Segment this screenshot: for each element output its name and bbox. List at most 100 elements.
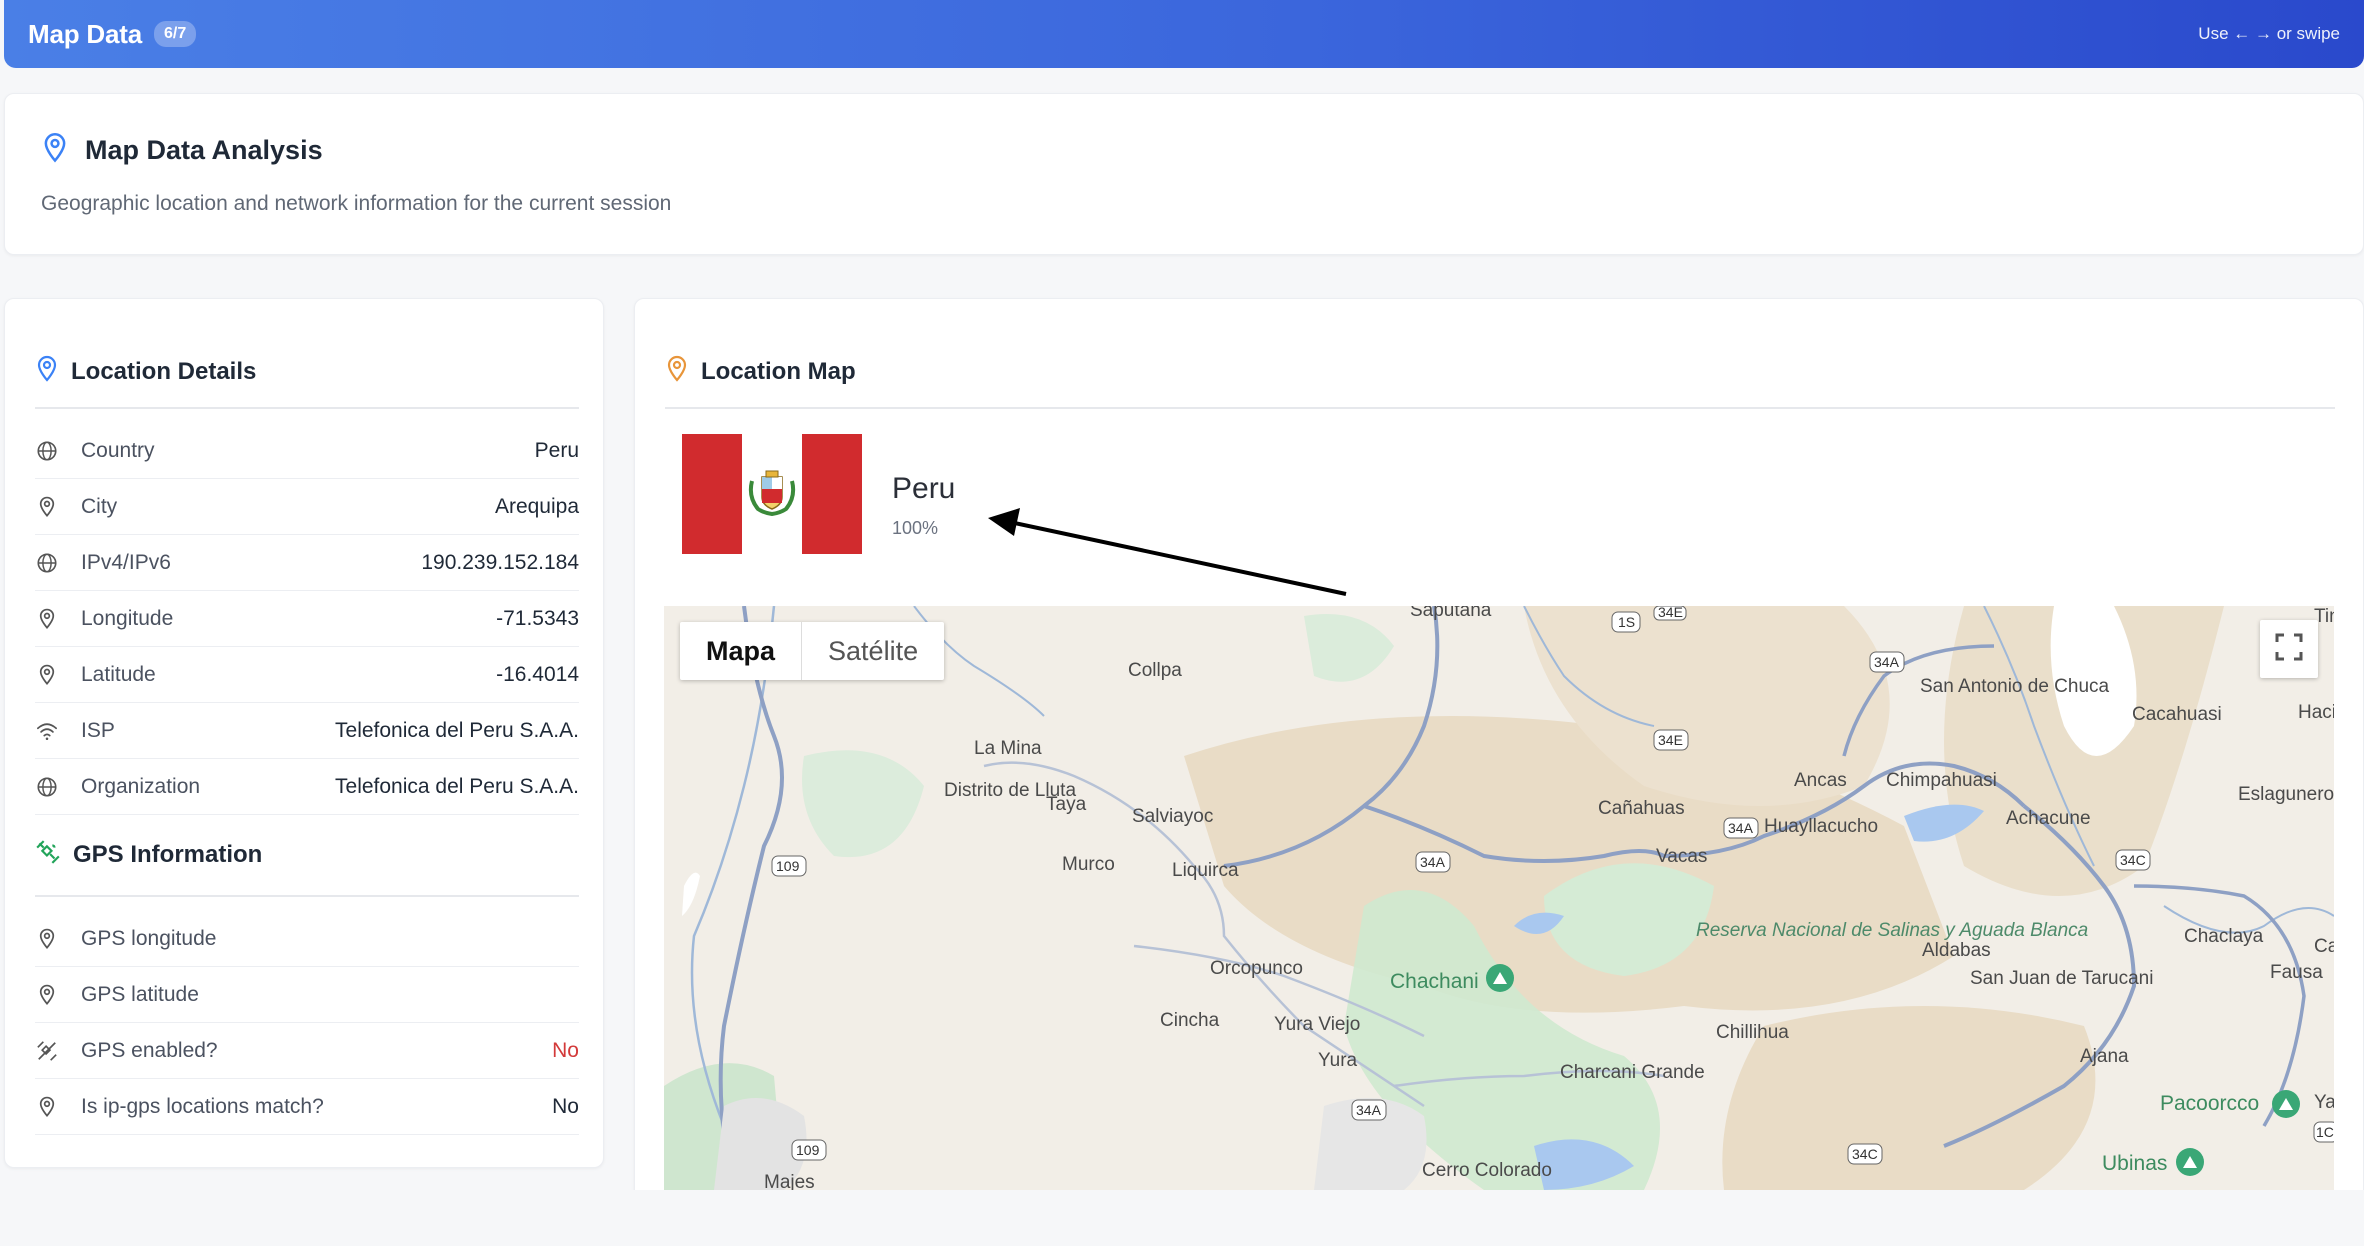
detail-value: Telefonica del Peru S.A.A. [335, 718, 579, 742]
map-pin-icon [35, 355, 59, 388]
pin-icon [35, 927, 59, 951]
map-label: Reserva Nacional de Salinas y Aguada Bla… [1696, 920, 2088, 941]
detail-label: IPv4/IPv6 [81, 550, 171, 574]
map-label: Pacoorcco [2160, 1092, 2259, 1115]
svg-text:34E: 34E [1658, 606, 1683, 620]
gps-enabled-value: No [552, 1038, 579, 1062]
peru-flag [682, 434, 862, 554]
pin-icon [35, 663, 59, 687]
location-details-heading: Location Details [35, 355, 256, 388]
gps-label: Is ip-gps locations match? [81, 1094, 324, 1118]
map-type-map-button[interactable]: Mapa [680, 622, 803, 680]
svg-text:34E: 34E [1658, 732, 1683, 748]
summary-card: Map Data Analysis Geographic location an… [4, 93, 2364, 255]
divider [35, 895, 579, 897]
globe-icon [35, 439, 59, 463]
page-counter-badge: 6/7 [153, 21, 197, 47]
gps-label: GPS longitude [81, 926, 217, 950]
detail-row-ip: IPv4/IPv6 190.239.152.184 [35, 535, 579, 591]
svg-text:109: 109 [796, 1142, 820, 1158]
detail-label: Organization [81, 774, 201, 798]
summary-heading: Map Data Analysis [41, 132, 323, 169]
map-label: Ya [2314, 1092, 2334, 1113]
map-label: Majes [764, 1172, 815, 1190]
location-map-heading: Location Map [665, 355, 856, 388]
detail-row-country: Country Peru [35, 423, 579, 479]
map-label: Chachani [1390, 970, 1479, 993]
globe-icon [35, 775, 59, 799]
map-label: Casa [2314, 936, 2334, 957]
detail-label: City [81, 494, 118, 518]
divider [35, 407, 579, 409]
map-label: San Juan de Tarucani [1970, 968, 2153, 989]
map-label: San Antonio de Chuca [1920, 676, 2110, 697]
map-label: Cacahuasi [2132, 704, 2222, 725]
pin-icon [35, 495, 59, 519]
gps-row-match: Is ip-gps locations match? No [35, 1079, 579, 1135]
map-country-name: Peru [892, 472, 956, 505]
map-type-toggle: Mapa Satélite [680, 622, 945, 680]
location-details-card: Location Details Country Peru City Arequ… [4, 298, 604, 1168]
app-title: Map Data [28, 18, 142, 49]
map-label: Chillihua [1716, 1022, 1789, 1043]
location-map-title: Location Map [701, 357, 856, 385]
map-label: Cañahuas [1598, 798, 1685, 819]
map-type-satellite-button[interactable]: Satélite [802, 622, 944, 680]
map-label: Aldabas [1922, 940, 1991, 961]
map-label: Chimpahuasi [1886, 770, 1997, 791]
map-label: Huayllacucho [1764, 816, 1878, 837]
gps-row-enabled: GPS enabled? No [35, 1023, 579, 1079]
detail-value: -16.4014 [496, 662, 579, 686]
annotation-arrow [988, 508, 1347, 596]
wifi-icon [35, 719, 59, 743]
map-label: Fausa [2270, 962, 2323, 983]
detail-value: 190.239.152.184 [421, 550, 579, 574]
detail-row-organization: Organization Telefonica del Peru S.A.A. [35, 759, 579, 815]
map-label: Taya [1046, 794, 1087, 815]
svg-text:34A: 34A [1874, 654, 1900, 670]
pin-icon [35, 983, 59, 1007]
svg-text:1S: 1S [1618, 614, 1635, 630]
detail-value: Peru [534, 438, 579, 462]
svg-text:34A: 34A [1728, 820, 1754, 836]
map-label: Hacie Toro [2298, 702, 2334, 723]
chachani-peak-marker [1486, 964, 1514, 992]
detail-value: Telefonica del Peru S.A.A. [335, 774, 579, 798]
map-pin-icon [41, 132, 69, 169]
google-map[interactable]: 1S 34E 34A 34E 34A 34A 109 34C 34A 109 3… [664, 606, 2334, 1190]
fullscreen-icon [2274, 632, 2304, 667]
fullscreen-button[interactable] [2260, 620, 2318, 678]
map-label: Collpa [1128, 660, 1182, 681]
map-label: Achacune [2006, 808, 2091, 829]
coat-of-arms-icon [748, 467, 796, 522]
map-label: Yura [1318, 1050, 1358, 1071]
gps-info-title: GPS Information [73, 840, 263, 868]
detail-row-latitude: Latitude -16.4014 [35, 647, 579, 703]
globe-icon [35, 551, 59, 575]
svg-text:34A: 34A [1420, 854, 1446, 870]
svg-text:34A: 34A [1356, 1102, 1382, 1118]
detail-label: ISP [81, 718, 115, 742]
map-label: Saputana [1410, 606, 1492, 621]
gps-row-latitude: GPS latitude [35, 967, 579, 1023]
gps-label: GPS latitude [81, 982, 199, 1006]
map-label: Orcopunco [1210, 958, 1303, 979]
map-label: Yura Viejo [1274, 1014, 1360, 1035]
map-label: Charcani Grande [1560, 1062, 1705, 1083]
detail-label: Latitude [81, 662, 156, 686]
page-description: Geographic location and network informat… [41, 192, 672, 215]
top-bar: Map Data 6/7 Use ← → or swipe [4, 0, 2364, 68]
gps-label: GPS enabled? [81, 1038, 218, 1062]
svg-text:34C: 34C [2120, 852, 2146, 868]
map-label: Eslagunero [2238, 784, 2334, 805]
map-label: Murco [1062, 854, 1115, 875]
map-label: Vacas [1656, 846, 1707, 867]
divider [665, 407, 2335, 409]
map-canvas: 1S 34E 34A 34E 34A 34A 109 34C 34A 109 3… [664, 606, 2334, 1190]
gps-info-heading: GPS Information [35, 839, 262, 870]
detail-label: Country [81, 438, 155, 462]
map-label: Salviayoc [1132, 806, 1213, 827]
map-label: Cerro Colorado [1422, 1160, 1552, 1181]
detail-row-isp: ISP Telefonica del Peru S.A.A. [35, 703, 579, 759]
navigation-hint: Use ← → or swipe [2198, 24, 2340, 43]
